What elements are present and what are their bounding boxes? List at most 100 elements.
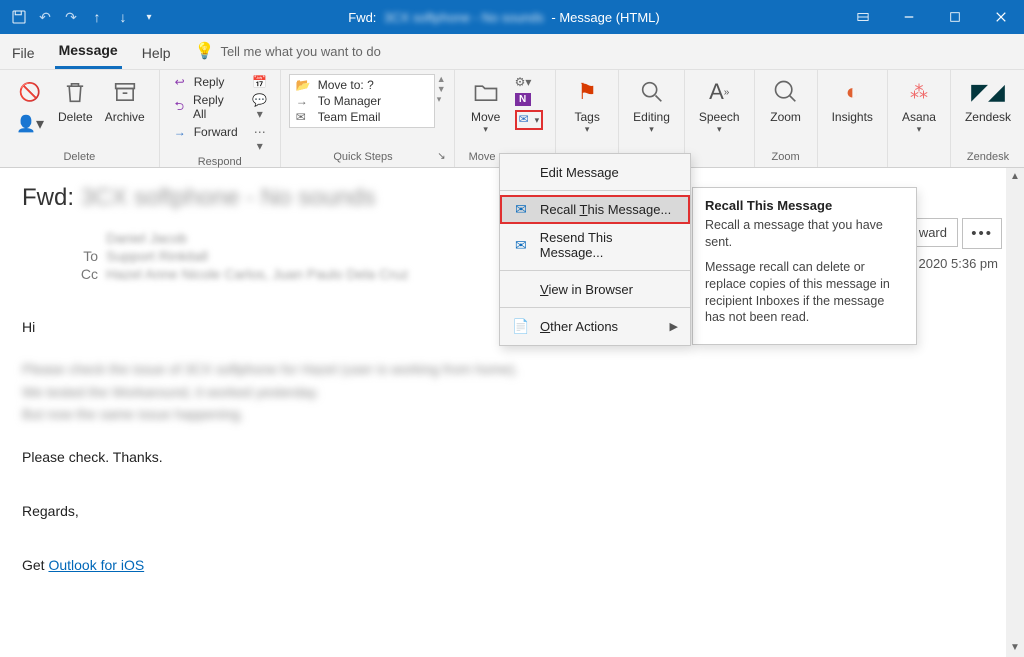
asana-label: Asana	[902, 110, 936, 124]
delete-button[interactable]: Delete	[52, 74, 99, 126]
close-button[interactable]	[978, 0, 1024, 34]
scroll-down-icon[interactable]: ▼	[1006, 639, 1024, 657]
forward-button[interactable]: →Forward	[168, 124, 242, 140]
qs-down-icon[interactable]: ▼	[437, 84, 446, 94]
other-actions-icon: 📄	[512, 318, 530, 335]
find-icon	[636, 76, 668, 108]
next-icon[interactable]: ↓	[114, 8, 132, 26]
zendesk-button[interactable]: ◤◢Zendesk	[959, 74, 1017, 126]
zoom-button[interactable]: Zoom	[763, 74, 809, 126]
menu-edit-label: Edit Message	[540, 165, 619, 180]
menu-resend-label: Resend This Message...	[540, 230, 678, 260]
insights-label: Insights	[832, 110, 873, 124]
previous-icon[interactable]: ↑	[88, 8, 106, 26]
group-insights: ◐Insights	[818, 70, 888, 167]
menu-other-actions[interactable]: 📄Other Actions▶	[500, 312, 690, 341]
im-button[interactable]: 💬▾	[248, 92, 272, 122]
qs-to-manager[interactable]: →To Manager	[292, 93, 432, 109]
junk-icon: 👤▾	[14, 108, 46, 140]
editing-label: Editing	[633, 110, 670, 124]
tags-label: Tags	[574, 110, 599, 124]
asana-button[interactable]: ⁂Asana▾	[896, 74, 942, 137]
cc-value: Hazel Anne Nicole Carlos, Juan Paulo Del…	[106, 266, 409, 282]
vertical-scrollbar[interactable]: ▲ ▼	[1006, 168, 1024, 657]
zoom-label: Zoom	[770, 110, 801, 124]
more-respond-button[interactable]: ⋯▾	[248, 124, 272, 154]
maximize-button[interactable]	[932, 0, 978, 34]
timestamp: 2020 5:36 pm	[918, 256, 998, 271]
quick-access-toolbar: ↶ ↷ ↑ ↓ ▾	[0, 8, 168, 26]
archive-button[interactable]: Archive	[99, 74, 151, 126]
tooltip-title: Recall This Message	[705, 198, 904, 213]
window-controls	[840, 0, 1024, 34]
redo-icon[interactable]: ↷	[62, 8, 80, 26]
zoom-icon	[770, 76, 802, 108]
menu-edit-message[interactable]: ·Edit Message	[500, 158, 690, 186]
move-button[interactable]: Move ▾	[463, 74, 509, 137]
meeting-button[interactable]: 📅	[248, 74, 272, 90]
rules-button[interactable]: ⚙▾	[511, 74, 548, 90]
chevron-down-icon: ▾	[483, 124, 488, 135]
trash-icon	[59, 76, 91, 108]
more-actions-button[interactable]: •••	[962, 218, 1002, 249]
resend-icon: ✉	[512, 237, 530, 254]
asana-icon: ⁂	[903, 76, 935, 108]
cc-label: Cc	[70, 266, 98, 282]
group-respond: ↩Reply ⮌Reply All →Forward 📅 💬▾ ⋯▾ Respo…	[160, 70, 281, 167]
folder-move-icon: 📂	[296, 78, 312, 92]
chat-icon: 💬▾	[252, 93, 268, 121]
reply-all-label: Reply All	[193, 93, 238, 121]
reply-all-button[interactable]: ⮌Reply All	[168, 92, 242, 122]
speech-button[interactable]: A»Speech▾	[693, 74, 746, 137]
tooltip-line2: Message recall can delete or replace cop…	[705, 259, 904, 327]
onenote-icon: N	[515, 93, 531, 106]
qs-moveto-label: Move to: ?	[318, 78, 374, 92]
menu-view-label: View in Browser	[540, 282, 633, 297]
editing-button[interactable]: Editing▾	[627, 74, 676, 137]
minimize-button[interactable]	[886, 0, 932, 34]
menu-separator-3	[500, 307, 690, 308]
qs-up-icon[interactable]: ▲	[437, 74, 446, 84]
forward-icon: →	[172, 125, 188, 139]
zendesk-icon: ◤◢	[972, 76, 1004, 108]
more-icon: ⋯▾	[252, 125, 268, 153]
title-prefix: Fwd:	[348, 10, 376, 25]
scroll-up-icon[interactable]: ▲	[1006, 168, 1024, 186]
tags-button[interactable]: ⚑Tags▾	[564, 74, 610, 137]
move-label: Move	[471, 110, 500, 124]
reply-button[interactable]: ↩Reply	[168, 74, 242, 90]
ignore-button[interactable]: 🚫 👤▾	[8, 74, 52, 144]
window-title: Fwd: 3CX softphone - No sounds - Message…	[168, 10, 840, 25]
group-quick-steps: 📂Move to: ? →To Manager ✉Team Email ▲ ▼ …	[281, 70, 455, 167]
save-icon[interactable]	[10, 8, 28, 26]
qs-more-icon[interactable]: ▾	[437, 94, 446, 105]
menu-resend-message[interactable]: ✉ Resend This Message...	[500, 224, 690, 266]
rules-icon: ⚙▾	[515, 75, 531, 89]
menu-view-in-browser[interactable]: ·View in Browser	[500, 275, 690, 303]
speech-label: Speech	[699, 110, 740, 124]
tell-me[interactable]: 💡 Tell me what you want to do	[191, 33, 385, 69]
onenote-button[interactable]: N	[511, 92, 548, 107]
qs-move-to[interactable]: 📂 Move to: ?	[292, 77, 432, 93]
insights-button[interactable]: ◐Insights	[826, 74, 879, 126]
menu-recall-message[interactable]: ✉Recall This Message...	[500, 195, 690, 224]
outlook-ios-link[interactable]: Outlook for iOS	[48, 557, 144, 573]
tab-help[interactable]: Help	[138, 37, 175, 69]
title-subject: 3CX softphone - No sounds	[380, 10, 548, 25]
arrow-right-icon: →	[296, 94, 312, 108]
read-aloud-icon: A»	[703, 76, 735, 108]
qat-customize-icon[interactable]: ▾	[140, 8, 158, 26]
ribbon-options-button[interactable]	[840, 0, 886, 34]
tab-message[interactable]: Message	[55, 34, 122, 69]
qs-team-email[interactable]: ✉Team Email	[292, 109, 432, 125]
recall-tooltip: Recall This Message Recall a message tha…	[692, 187, 917, 345]
tab-file[interactable]: File	[8, 37, 39, 69]
body-regards: Regards,	[22, 500, 1002, 522]
undo-icon[interactable]: ↶	[36, 8, 54, 26]
body-signature: Get Outlook for iOS	[22, 554, 1002, 576]
tell-me-text: Tell me what you want to do	[220, 44, 380, 59]
actions-button[interactable]: ✉▾	[511, 109, 548, 131]
quick-steps-gallery[interactable]: 📂 Move to: ? →To Manager ✉Team Email	[289, 74, 435, 128]
group-delete: 🚫 👤▾ Delete Archive Delete	[0, 70, 160, 167]
menu-separator	[500, 190, 690, 191]
